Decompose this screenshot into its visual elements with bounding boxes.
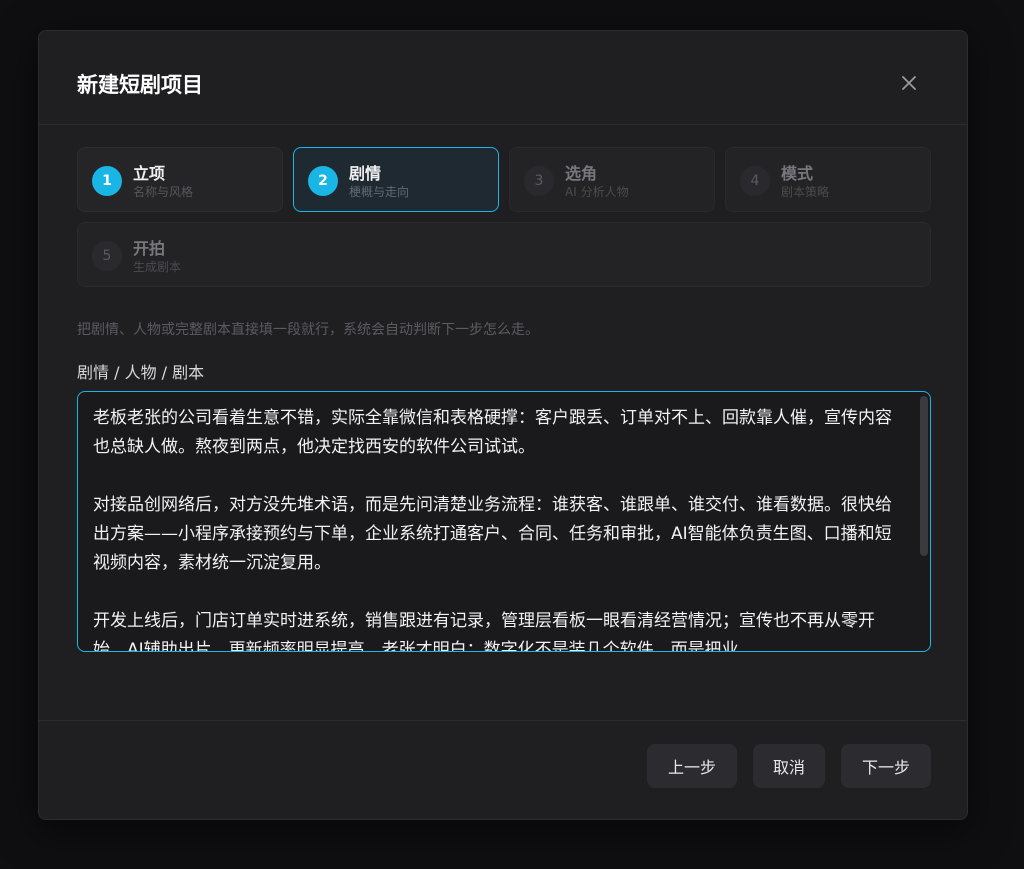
- story-field-label: 剧情 / 人物 / 剧本: [77, 363, 205, 382]
- dialog-title: 新建短剧项目: [77, 73, 203, 97]
- step-number: 1: [92, 166, 122, 196]
- dialog-footer: 上一步 取消 下一步: [39, 720, 967, 820]
- step-subtitle: AI 分析人物: [565, 185, 629, 199]
- step-2[interactable]: 2 剧情 梗概与走向: [293, 147, 499, 212]
- step-label: 剧情: [349, 164, 382, 183]
- step-subtitle: 名称与风格: [133, 185, 194, 199]
- textarea-scrollbar[interactable]: [920, 396, 928, 648]
- story-textarea[interactable]: 老板老张的公司看着生意不错，实际全靠微信和表格硬撑：客户跟丢、订单对不上、回款靠…: [77, 391, 931, 652]
- close-button[interactable]: [897, 71, 921, 95]
- next-step-button[interactable]: 下一步: [841, 744, 931, 788]
- close-icon: [902, 76, 916, 90]
- step-label: 开拍: [133, 239, 166, 258]
- step-number: 5: [92, 241, 122, 271]
- step-1[interactable]: 1 立项 名称与风格: [77, 147, 283, 212]
- cancel-button[interactable]: 取消: [753, 744, 825, 788]
- step-label: 模式: [781, 164, 814, 183]
- step-subtitle: 生成剧本: [133, 260, 182, 274]
- step-5[interactable]: 5 开拍 生成剧本: [77, 222, 931, 287]
- prev-step-button[interactable]: 上一步: [647, 744, 737, 788]
- step-4[interactable]: 4 模式 剧本策略: [725, 147, 931, 212]
- form-hint: 把剧情、人物或完整剧本直接填一段就行，系统会自动判断下一步怎么走。: [77, 322, 539, 338]
- step-number: 4: [740, 166, 770, 196]
- scrollbar-thumb[interactable]: [920, 396, 928, 556]
- step-subtitle: 剧本策略: [781, 185, 830, 199]
- step-number: 2: [308, 166, 338, 196]
- step-3[interactable]: 3 选角 AI 分析人物: [509, 147, 715, 212]
- dialog-header: 新建短剧项目: [39, 31, 967, 125]
- step-number: 3: [524, 166, 554, 196]
- step-label: 选角: [565, 164, 598, 183]
- step-label: 立项: [133, 164, 166, 183]
- story-textarea-value: 老板老张的公司看着生意不错，实际全靠微信和表格硬撑：客户跟丢、订单对不上、回款靠…: [93, 408, 892, 652]
- new-project-dialog: 新建短剧项目 1 立项 名称与风格 2 剧情 梗概与走向 3 选角 AI 分析人…: [38, 30, 968, 820]
- step-subtitle: 梗概与走向: [349, 185, 410, 199]
